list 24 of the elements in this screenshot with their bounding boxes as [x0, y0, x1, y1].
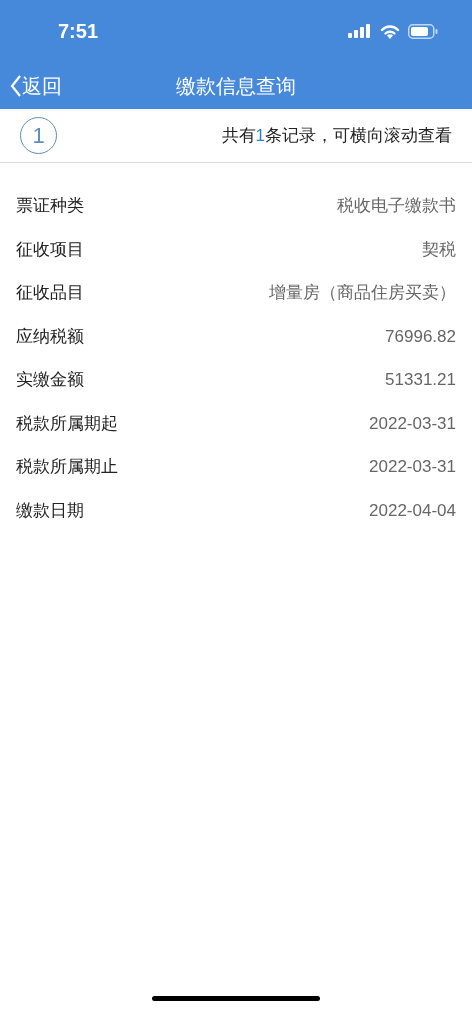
field-label: 应纳税额 — [16, 325, 84, 348]
field-value: 税收电子缴款书 — [337, 195, 456, 217]
field-label: 税款所属期起 — [16, 412, 118, 435]
field-label: 税款所属期止 — [16, 456, 118, 478]
chevron-left-icon — [10, 73, 22, 98]
status-time: 7:51 — [58, 19, 99, 44]
wifi-icon — [380, 23, 400, 39]
field-label: 缴款日期 — [16, 499, 84, 522]
record-summary: 共有1条记录，可横向滚动查看 — [221, 124, 452, 147]
field-value: 51331.21 — [385, 369, 456, 391]
field-label: 征收项目 — [16, 238, 84, 261]
field-value: 2022-03-31 — [369, 456, 456, 478]
field-label: 征收品目 — [16, 282, 84, 304]
field-label: 实缴金额 — [16, 369, 84, 391]
field-value: 2022-04-04 — [369, 499, 456, 522]
field-value: 增量房（商品住房买卖） — [269, 282, 456, 304]
field-value: 76996.82 — [385, 325, 456, 348]
field-label: 票证种类 — [16, 195, 84, 217]
field-value: 2022-03-31 — [369, 412, 456, 435]
battery-icon — [408, 23, 438, 39]
signal-icon — [348, 24, 372, 38]
page-title: 缴款信息查询 — [176, 73, 296, 99]
field-value: 契税 — [422, 238, 456, 261]
back-button[interactable]: 返回 — [10, 70, 62, 101]
